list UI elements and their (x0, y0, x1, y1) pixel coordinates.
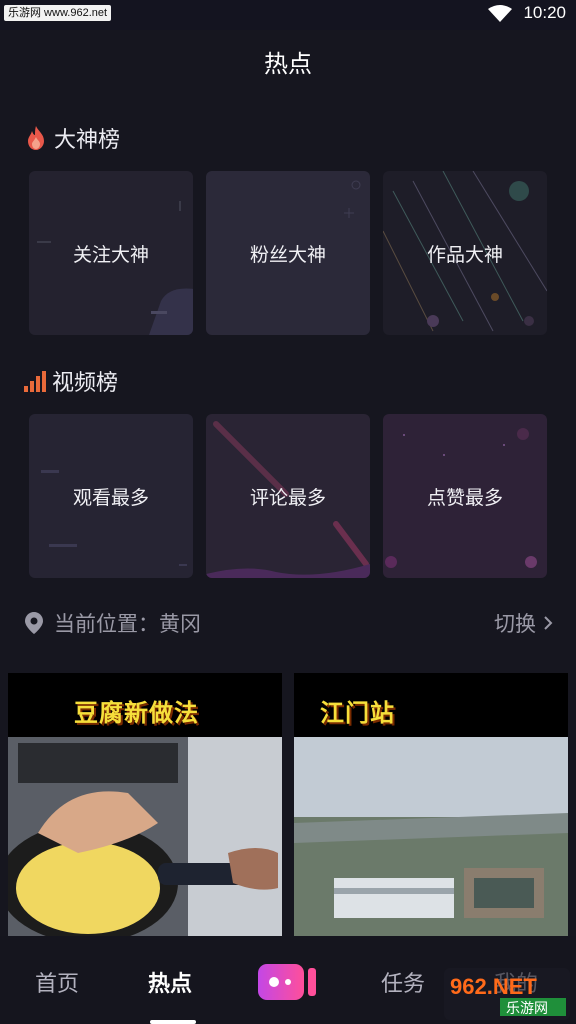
gods-section-title: 大神榜 (54, 128, 121, 153)
video-section-header: 视频榜 (24, 366, 118, 396)
watermark-logo: 962.NET 乐游网 (444, 968, 570, 1020)
status-bar: 乐游网 www.962.net 10:20 (0, 0, 576, 30)
most-viewed-card[interactable]: 观看最多 (29, 414, 193, 578)
chevron-right-icon (544, 616, 553, 630)
nav-tasks[interactable]: 任务 (381, 966, 425, 998)
works-gods-card[interactable]: 作品大神 (383, 171, 547, 335)
video-section-title: 视频榜 (52, 371, 119, 396)
most-commented-card[interactable]: 评论最多 (206, 414, 370, 578)
follow-gods-label: 关注大神 (72, 243, 149, 266)
location-row: 当前位置：黄冈 (24, 606, 201, 640)
fan-gods-card[interactable]: 粉丝大神 (206, 171, 370, 335)
page-title: 热点 (264, 50, 312, 78)
most-commented-label: 评论最多 (249, 486, 326, 509)
switch-location-label: 切换 (494, 612, 536, 636)
works-gods-label: 作品大神 (426, 243, 503, 266)
svg-text:乐游网: 乐游网 (506, 1001, 548, 1017)
most-liked-card[interactable]: 点赞最多 (383, 414, 547, 578)
video-caption: 豆腐新做法 (74, 699, 199, 727)
active-tab-indicator (150, 1020, 196, 1024)
fan-gods-label: 粉丝大神 (249, 243, 326, 266)
video-thumbnail[interactable]: 江门站 (294, 673, 568, 936)
video-thumbnail[interactable]: 豆腐新做法 (8, 673, 282, 936)
follow-gods-card[interactable]: 关注大神 (29, 171, 193, 335)
location-pin-icon (25, 612, 43, 634)
gods-section-header: 大神榜 (24, 123, 120, 153)
nav-home[interactable]: 首页 (35, 966, 79, 998)
nav-hot[interactable]: 热点 (148, 966, 192, 998)
watermark-badge: 乐游网 www.962.net (4, 5, 112, 21)
most-viewed-label: 观看最多 (72, 486, 149, 509)
video-caption: 江门站 (320, 699, 395, 727)
switch-location-button[interactable]: 切换 (494, 606, 554, 640)
status-time: 10:20 (523, 3, 566, 22)
bar-chart-icon (24, 370, 46, 392)
most-liked-label: 点赞最多 (426, 486, 503, 509)
fire-icon (28, 126, 44, 150)
wifi-icon (488, 5, 512, 22)
record-video-button[interactable] (258, 962, 318, 1002)
current-location-text: 当前位置：黄冈 (54, 612, 201, 636)
svg-text:962.NET: 962.NET (450, 974, 537, 999)
